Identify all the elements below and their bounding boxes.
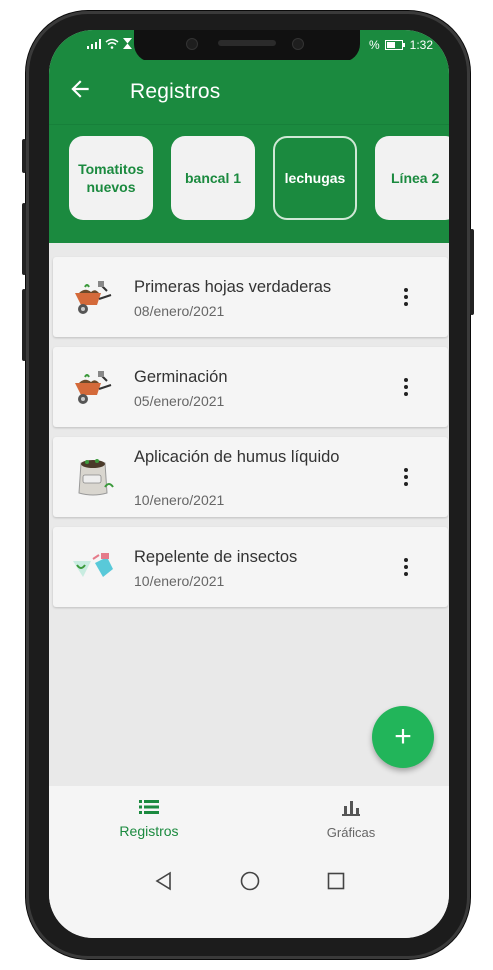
page-title: Registros xyxy=(130,80,221,103)
record-date: 08/enero/2021 xyxy=(134,303,225,319)
chip-label: Línea 2 xyxy=(391,170,440,186)
clock: 1:32 xyxy=(409,38,433,52)
record-date: 10/enero/2021 xyxy=(134,573,225,589)
battery-percent: % xyxy=(368,38,380,52)
nav-item-registros[interactable]: Registros xyxy=(89,800,209,839)
battery-icon xyxy=(384,40,405,50)
arrow-left-icon[interactable] xyxy=(67,76,93,102)
chip-label: lechugas xyxy=(284,170,346,186)
record-title: Aplicación de humus líquido xyxy=(134,448,340,466)
list-item[interactable]: Primeras hojas verdaderas 08/enero/2021 xyxy=(53,257,448,337)
status-bar: % 1:32 xyxy=(49,30,449,62)
chip-label: bancal 1 xyxy=(184,170,242,186)
wifi-icon xyxy=(105,38,119,49)
back-triangle-icon[interactable] xyxy=(153,870,175,892)
list-item[interactable]: Repelente de insectos 10/enero/2021 xyxy=(53,527,448,607)
screen: % 1:32 Registros Tomatitos nuevos bancal… xyxy=(49,30,449,938)
record-title: Repelente de insectos xyxy=(134,548,298,566)
sensor xyxy=(292,38,304,50)
more-vert-icon[interactable] xyxy=(394,465,418,489)
side-button xyxy=(22,289,26,361)
front-camera xyxy=(186,38,198,50)
more-vert-icon[interactable] xyxy=(394,375,418,399)
chip-bancal-1[interactable]: bancal 1 xyxy=(171,136,255,220)
home-circle-icon[interactable] xyxy=(239,870,261,892)
status-right-icons: % 1:32 xyxy=(369,38,433,52)
bar-chart-icon xyxy=(342,801,360,816)
spray-bottle-icon xyxy=(73,553,113,577)
fertilizer-bag-icon xyxy=(78,459,114,496)
record-date: 05/enero/2021 xyxy=(134,393,225,409)
side-button xyxy=(22,139,26,173)
more-vert-icon[interactable] xyxy=(394,555,418,579)
system-navigation-bar xyxy=(49,848,449,938)
chip-tomatitos-nuevos[interactable]: Tomatitos nuevos xyxy=(69,136,153,220)
nav-label: Gráficas xyxy=(326,825,376,840)
nav-label: Registros xyxy=(119,823,179,839)
earpiece xyxy=(218,40,276,46)
recents-square-icon[interactable] xyxy=(325,870,347,892)
chip-linea-2[interactable]: Línea 2 xyxy=(375,136,449,220)
wheelbarrow-icon xyxy=(75,281,112,314)
signal-icon xyxy=(87,38,101,49)
record-title: Germinación xyxy=(134,368,228,386)
more-vert-icon[interactable] xyxy=(394,285,418,309)
chip-label: Tomatitos nuevos xyxy=(78,161,144,195)
record-date: 10/enero/2021 xyxy=(134,492,225,508)
app-bar: Registros xyxy=(49,60,449,124)
plot-chip-strip[interactable]: Tomatitos nuevos bancal 1 lechugas Línea… xyxy=(49,124,449,243)
nav-item-graficas[interactable]: Gráficas xyxy=(291,800,411,840)
status-left-icons xyxy=(87,38,132,49)
hourglass-icon xyxy=(123,38,132,49)
add-record-button[interactable]: + xyxy=(372,706,434,768)
side-button xyxy=(22,203,26,275)
list-item[interactable]: Aplicación de humus líquido 10/enero/202… xyxy=(53,437,448,517)
plus-icon: + xyxy=(394,720,412,753)
list-icon xyxy=(139,800,159,814)
bottom-navigation: Registros Gráficas xyxy=(49,786,449,848)
list-item[interactable]: Germinación 05/enero/2021 xyxy=(53,347,448,427)
camera-notch xyxy=(134,30,360,62)
wheelbarrow-icon xyxy=(75,371,112,404)
record-title: Primeras hojas verdaderas xyxy=(134,278,332,296)
chip-lechugas[interactable]: lechugas xyxy=(273,136,357,220)
side-button xyxy=(470,229,474,315)
